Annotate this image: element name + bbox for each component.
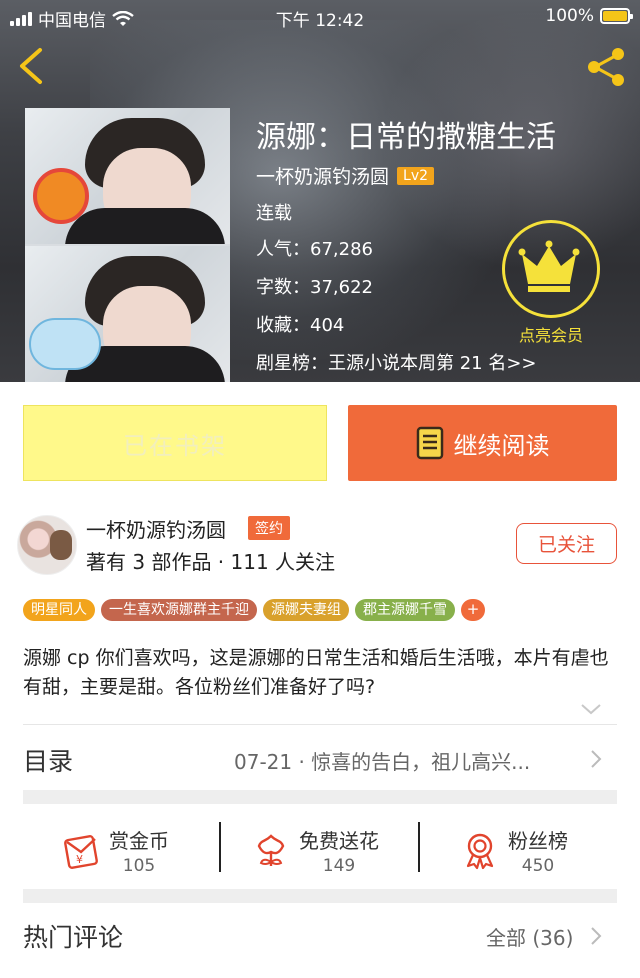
more-tags-button[interactable]: + <box>461 599 485 621</box>
action-bar: ¥ 赏金币 105 免费送花 149 粉丝榜 450 <box>23 812 617 888</box>
fan-ranking-count: 450 <box>521 855 555 876</box>
free-flower-button[interactable]: 免费送花 149 <box>251 812 379 888</box>
tag-item[interactable]: 一生喜欢源娜群主千迎 <box>101 599 257 621</box>
followed-label: 已关注 <box>537 534 595 556</box>
latest-chapter[interactable]: 07-21 · 惊喜的告白，祖儿高兴... <box>234 746 584 775</box>
author-name[interactable]: 一杯奶源钓汤圆 <box>86 514 226 543</box>
level-badge: Lv2 <box>397 166 435 185</box>
book-title: 源娜：日常的撒糖生活 <box>256 120 556 155</box>
gold-coin-envelope-icon: ¥ <box>64 835 98 869</box>
book-icon <box>416 426 443 460</box>
header-author-name[interactable]: 一杯奶源钓汤圆 <box>256 162 389 189</box>
flower-icon <box>257 834 285 866</box>
tag-list: 明星同人 一生喜欢源娜群主千迎 源娜夫妻组 郡主源娜千雪 + <box>23 599 485 621</box>
chevron-right-icon[interactable] <box>590 926 602 946</box>
expand-chevron-icon[interactable] <box>580 702 602 716</box>
avatar[interactable] <box>17 515 77 575</box>
battery-icon <box>600 8 633 24</box>
reward-coin-count: 105 <box>122 855 156 876</box>
serial-status: 连载 <box>256 203 292 224</box>
free-flower-label: 免费送花 <box>299 828 379 853</box>
in-bookshelf-label: 已在书架 <box>123 431 227 460</box>
free-flower-count: 149 <box>322 855 356 876</box>
section-separator <box>23 790 617 804</box>
continue-reading-label: 继续阅读 <box>453 431 550 460</box>
all-comments-link[interactable]: 全部 (36) <box>486 922 573 951</box>
fan-ranking-label: 粉丝榜 <box>508 828 568 853</box>
followed-button[interactable]: 已关注 <box>516 523 617 564</box>
chevron-right-icon[interactable] <box>590 749 602 769</box>
tag-item[interactable]: 郡主源娜千雪 <box>355 599 455 621</box>
favorites-stat: 收藏：404 <box>256 315 345 336</box>
popularity-stat: 人气：67,286 <box>256 239 373 260</box>
clock: 下午 12:42 <box>275 11 365 31</box>
word-count-stat: 字数：37,622 <box>256 277 373 298</box>
ranking-link[interactable]: 剧星榜：王源小说本周第 21 名>> <box>256 349 537 375</box>
toc-title[interactable]: 目录 <box>23 742 73 778</box>
vip-label[interactable]: 点亮会员 <box>498 322 604 346</box>
back-arrow-icon[interactable] <box>14 46 50 86</box>
hot-comments-title: 热门评论 <box>23 923 124 952</box>
divider <box>219 822 221 872</box>
signed-badge: 签约 <box>248 516 290 540</box>
book-header: 中国电信 下午 12:42 100% 源娜：日常的撒糖生活 一杯奶源钓汤圆 Lv… <box>0 0 640 382</box>
crown-icon <box>518 240 580 292</box>
section-separator <box>23 889 617 903</box>
in-bookshelf-button[interactable]: 已在书架 <box>23 405 327 481</box>
sticker-cloud-icon <box>29 318 101 370</box>
book-cover[interactable] <box>25 108 230 382</box>
continue-reading-button[interactable]: 继续阅读 <box>348 405 617 481</box>
vip-button[interactable] <box>502 220 600 318</box>
reward-coin-button[interactable]: ¥ 赏金币 105 <box>61 812 169 888</box>
tag-item[interactable]: 明星同人 <box>23 599 95 621</box>
reward-coin-label: 赏金币 <box>109 828 169 853</box>
divider <box>23 724 617 725</box>
medal-icon <box>466 833 494 870</box>
share-icon[interactable] <box>584 46 628 88</box>
sticker-lion-icon <box>33 168 89 224</box>
status-bar: 中国电信 下午 12:42 100% <box>0 0 640 34</box>
svg-text:¥: ¥ <box>76 853 83 866</box>
book-description: 源娜 cp 你们喜欢吗，这是源娜的日常生活和婚后生活哦，本片有虐也有甜，主要是甜… <box>23 647 609 698</box>
divider <box>418 822 420 872</box>
header-author-row[interactable]: 一杯奶源钓汤圆 Lv2 <box>256 162 435 189</box>
author-stats: 著有 3 部作品 · 111 人关注 <box>86 550 336 574</box>
tag-item[interactable]: 源娜夫妻组 <box>263 599 349 621</box>
fan-ranking-button[interactable]: 粉丝榜 450 <box>460 812 568 888</box>
battery-percent: 100% <box>545 6 594 26</box>
